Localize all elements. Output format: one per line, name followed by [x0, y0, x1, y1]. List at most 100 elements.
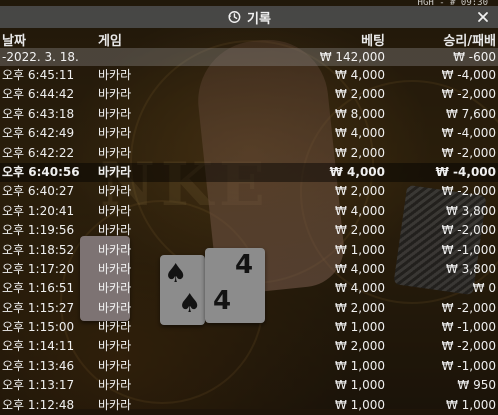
row-result: ₩ 3,800 [445, 261, 496, 276]
row-date: 오후 6:45:11 [2, 68, 75, 82]
column-header-bet[interactable]: 베팅 [361, 30, 385, 49]
table-row[interactable]: 오후 6:40:56 바카라 ₩ 4,000 ₩ -4,000 [0, 162, 498, 183]
panel-titlebar: 기록 [0, 6, 498, 28]
row-bet: ₩ 4,000 [334, 68, 385, 82]
panel-title: 기록 [227, 8, 271, 27]
row-game: 바카라 [98, 223, 132, 238]
row-bet: ₩ 2,000 [334, 145, 385, 160]
summary-date: -2022. 3. 18. [2, 50, 79, 64]
row-result: ₩ 0 [472, 281, 496, 296]
row-bet: ₩ 4,000 [329, 164, 385, 179]
row-game: 바카라 [98, 203, 132, 218]
table-row[interactable]: 오후 1:13:46 바카라 ₩ 1,000 ₩ -1,000 [0, 357, 498, 376]
row-date: 오후 1:19:56 [2, 223, 75, 238]
table-row[interactable]: 오후 6:40:27 바카라 ₩ 2,000 ₩ -2,000 [0, 182, 498, 201]
row-game: 바카라 [98, 87, 132, 102]
row-result: ₩ -1,000 [441, 242, 496, 257]
row-bet: ₩ 2,000 [334, 300, 385, 315]
row-date: 오후 6:40:56 [2, 164, 80, 179]
row-game: 바카라 [98, 300, 132, 315]
row-date: 오후 1:20:41 [2, 203, 75, 218]
row-date: 오후 6:42:49 [2, 126, 75, 141]
row-bet: ₩ 1,000 [334, 242, 385, 257]
table-row[interactable]: 오후 6:42:22 바카라 ₩ 2,000 ₩ -2,000 [0, 144, 498, 163]
row-result: ₩ -1,000 [441, 320, 496, 335]
row-bet: ₩ 2,000 [334, 184, 385, 199]
row-bet: ₩ 4,000 [334, 261, 385, 276]
summary-result: ₩ -600 [453, 50, 496, 64]
column-header-game[interactable]: 게임 [98, 30, 122, 49]
row-date: 오후 6:44:42 [2, 87, 75, 102]
row-game: 바카라 [98, 184, 132, 199]
row-game: 바카라 [98, 358, 132, 373]
summary-bet: ₩ 142,000 [319, 50, 385, 64]
row-date: 오후 6:42:22 [2, 145, 75, 160]
date-summary-row[interactable]: -2022. 3. 18. ₩ 142,000 ₩ -600 [0, 48, 498, 66]
row-bet: ₩ 2,000 [334, 339, 385, 354]
history-panel: HGH - # 09:30 기록 날짜 게임 베팅 승리/패배 -2022. 3… [0, 0, 498, 412]
row-game: 바카라 [98, 320, 132, 335]
row-bet: ₩ 2,000 [334, 87, 385, 102]
column-header-date[interactable]: 날짜 [2, 30, 26, 49]
row-bet: ₩ 8,000 [334, 106, 385, 121]
row-result: ₩ -2,000 [441, 184, 496, 199]
row-result: ₩ 7,600 [445, 106, 496, 121]
row-result: ₩ -2,000 [441, 87, 496, 102]
row-date: 오후 1:15:27 [2, 300, 75, 315]
row-date: 오후 1:14:11 [2, 339, 75, 354]
table-row[interactable]: 오후 1:12:48 바카라 ₩ 1,000 ₩ 1,000 [0, 396, 498, 415]
row-game: 바카라 [98, 281, 132, 296]
row-result: ₩ -2,000 [441, 145, 496, 160]
row-result: ₩ -2,000 [441, 300, 496, 315]
row-result: ₩ -2,000 [441, 223, 496, 238]
row-bet: ₩ 4,000 [334, 281, 385, 296]
table-row[interactable]: 오후 6:45:11 바카라 ₩ 4,000 ₩ -4,000 [0, 66, 498, 85]
row-bet: ₩ 4,000 [334, 126, 385, 141]
row-game: 바카라 [98, 242, 132, 257]
row-game: 바카라 [98, 378, 132, 393]
row-date: 오후 6:43:18 [2, 106, 75, 121]
table-row[interactable]: 오후 1:18:52 바카라 ₩ 1,000 ₩ -1,000 [0, 241, 498, 260]
row-date: 오후 1:18:52 [2, 242, 75, 257]
row-game: 바카라 [98, 164, 132, 179]
table-row[interactable]: 오후 1:14:11 바카라 ₩ 2,000 ₩ -2,000 [0, 337, 498, 356]
row-result: ₩ 3,800 [445, 203, 496, 218]
table-row[interactable]: 오후 1:15:27 바카라 ₩ 2,000 ₩ -2,000 [0, 299, 498, 318]
panel-title-label: 기록 [247, 11, 271, 27]
table-row[interactable]: 오후 1:13:17 바카라 ₩ 1,000 ₩ 950 [0, 376, 498, 395]
table-row[interactable]: 오후 6:42:49 바카라 ₩ 4,000 ₩ -4,000 [0, 124, 498, 143]
row-game: 바카라 [98, 68, 132, 82]
table-row[interactable]: 오후 1:15:00 바카라 ₩ 1,000 ₩ -1,000 [0, 318, 498, 337]
history-clock-icon [227, 10, 241, 24]
table-row[interactable]: 오후 1:19:56 바카라 ₩ 2,000 ₩ -2,000 [0, 221, 498, 240]
row-date: 오후 1:13:17 [2, 378, 75, 393]
close-icon[interactable] [476, 9, 490, 23]
table-row[interactable]: 오후 1:17:20 바카라 ₩ 4,000 ₩ 3,800 [0, 260, 498, 279]
row-bet: ₩ 1,000 [334, 358, 385, 373]
row-result: ₩ -2,000 [441, 339, 496, 354]
row-result: ₩ -4,000 [441, 126, 496, 141]
row-game: 바카라 [98, 261, 132, 276]
row-result: ₩ -1,000 [441, 358, 496, 373]
row-date: 오후 6:40:27 [2, 184, 75, 199]
row-date: 오후 1:17:20 [2, 261, 75, 276]
table-row[interactable]: 오후 6:43:18 바카라 ₩ 8,000 ₩ 7,600 [0, 105, 498, 124]
row-game: 바카라 [98, 397, 132, 412]
table-row[interactable]: 오후 1:20:41 바카라 ₩ 4,000 ₩ 3,800 [0, 202, 498, 221]
table-row[interactable]: 오후 1:16:51 바카라 ₩ 4,000 ₩ 0 [0, 279, 498, 298]
row-date: 오후 1:12:48 [2, 397, 75, 412]
row-game: 바카라 [98, 145, 132, 160]
row-bet: ₩ 1,000 [334, 397, 385, 412]
column-header-result[interactable]: 승리/패배 [443, 30, 496, 49]
table-row[interactable]: 오후 6:44:42 바카라 ₩ 2,000 ₩ -2,000 [0, 85, 498, 104]
history-list[interactable]: 오후 6:45:11 바카라 ₩ 4,000 ₩ -4,000 오후 6:44:42 바카… [0, 66, 498, 415]
row-result: ₩ 950 [457, 378, 496, 393]
row-result: ₩ 1,000 [445, 397, 496, 412]
row-game: 바카라 [98, 106, 132, 121]
row-game: 바카라 [98, 126, 132, 141]
row-result: ₩ -4,000 [435, 164, 496, 179]
row-bet: ₩ 1,000 [334, 378, 385, 393]
row-bet: ₩ 4,000 [334, 203, 385, 218]
row-game: 바카라 [98, 339, 132, 354]
row-date: 오후 1:16:51 [2, 281, 75, 296]
